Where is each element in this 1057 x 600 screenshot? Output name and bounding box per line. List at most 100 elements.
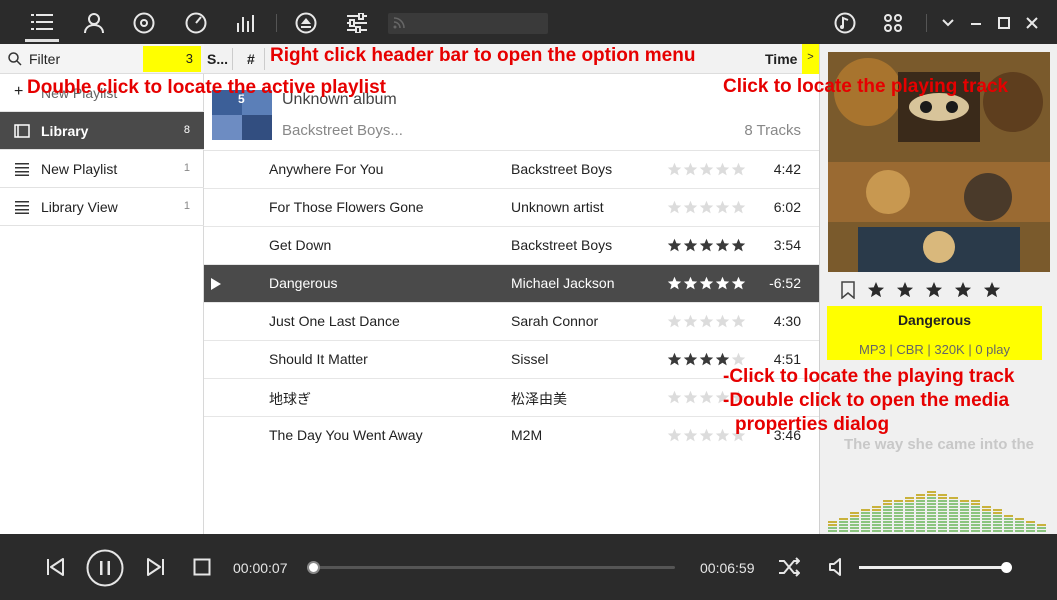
visualizer-bar xyxy=(982,524,991,526)
star-icon[interactable] xyxy=(683,428,698,443)
star-icon[interactable] xyxy=(683,238,698,253)
track-rating[interactable] xyxy=(667,162,746,177)
star-icon[interactable] xyxy=(667,276,682,291)
star-icon[interactable] xyxy=(715,352,730,367)
star-icon[interactable] xyxy=(683,352,698,367)
star-icon[interactable] xyxy=(731,200,746,215)
star-icon[interactable] xyxy=(699,314,714,329)
star-icon[interactable] xyxy=(667,314,682,329)
star-icon[interactable] xyxy=(683,162,698,177)
header-col-number[interactable]: # xyxy=(247,51,255,67)
star-icon[interactable] xyxy=(699,276,714,291)
music-note-icon[interactable] xyxy=(828,6,862,40)
track-row[interactable]: Get Down Backstreet Boys 3:54 xyxy=(204,227,819,265)
star-icon[interactable] xyxy=(715,276,730,291)
list-icon xyxy=(15,201,29,214)
maximize-icon[interactable] xyxy=(990,6,1018,40)
track-row[interactable]: The Day You Went Away M2M 3:46 xyxy=(204,417,819,455)
star-icon[interactable] xyxy=(699,162,714,177)
menu-icon[interactable] xyxy=(25,4,59,42)
star-icon[interactable] xyxy=(731,162,746,177)
star-icon[interactable] xyxy=(715,428,730,443)
star-icon[interactable] xyxy=(983,281,1001,299)
grid-icon[interactable] xyxy=(876,6,910,40)
track-rating[interactable] xyxy=(667,276,746,291)
star-icon[interactable] xyxy=(667,352,682,367)
chevron-down-icon[interactable] xyxy=(934,6,962,40)
header-col-time[interactable]: Time xyxy=(765,51,797,67)
seek-bar[interactable] xyxy=(307,561,675,574)
previous-icon[interactable] xyxy=(44,556,66,578)
volume-handle[interactable] xyxy=(1001,562,1012,573)
star-icon[interactable] xyxy=(683,200,698,215)
user-icon[interactable] xyxy=(77,6,111,40)
track-row[interactable]: Anywhere For You Backstreet Boys 4:42 xyxy=(204,151,819,189)
star-icon[interactable] xyxy=(896,281,914,299)
star-icon[interactable] xyxy=(667,390,682,405)
star-icon[interactable] xyxy=(683,276,698,291)
stop-icon[interactable] xyxy=(192,557,212,577)
track-rating[interactable] xyxy=(667,238,746,253)
track-rating[interactable] xyxy=(667,352,746,367)
star-icon[interactable] xyxy=(731,276,746,291)
visualizer-bar xyxy=(960,521,969,523)
bookmark-icon[interactable] xyxy=(840,281,856,299)
playlist-item-library-view[interactable]: Library View 1 xyxy=(0,188,204,226)
star-icon[interactable] xyxy=(699,238,714,253)
now-playing-rating[interactable] xyxy=(840,281,1001,299)
star-icon[interactable] xyxy=(715,314,730,329)
volume-slider[interactable] xyxy=(859,562,1012,573)
seek-handle[interactable] xyxy=(307,561,321,574)
visualizer-bar xyxy=(927,524,936,526)
star-icon[interactable] xyxy=(667,238,682,253)
header-col-s[interactable]: S... xyxy=(207,51,228,67)
track-row[interactable]: For Those Flowers Gone Unknown artist 6:… xyxy=(204,189,819,227)
pause-button[interactable] xyxy=(86,549,124,587)
next-icon[interactable] xyxy=(145,556,167,578)
track-artist: Unknown artist xyxy=(511,199,604,215)
star-icon[interactable] xyxy=(667,200,682,215)
disc-icon[interactable] xyxy=(127,6,161,40)
star-icon[interactable] xyxy=(925,281,943,299)
total-time: 00:06:59 xyxy=(700,560,755,576)
star-icon[interactable] xyxy=(715,200,730,215)
minimize-icon[interactable] xyxy=(962,6,990,40)
star-icon[interactable] xyxy=(731,352,746,367)
star-icon[interactable] xyxy=(667,162,682,177)
visualizer-bar xyxy=(938,518,947,520)
star-icon[interactable] xyxy=(731,314,746,329)
eject-icon[interactable] xyxy=(289,6,323,40)
track-rating[interactable] xyxy=(667,200,746,215)
track-row[interactable]: Just One Last Dance Sarah Connor 4:30 xyxy=(204,303,819,341)
playlist-item-new-playlist[interactable]: New Playlist 1 xyxy=(0,150,204,188)
star-icon[interactable] xyxy=(699,390,714,405)
star-icon[interactable] xyxy=(954,281,972,299)
now-playing-info[interactable]: Dangerous MP3 | CBR | 320K | 0 play xyxy=(827,306,1042,360)
bars-chart-icon[interactable] xyxy=(230,6,264,40)
star-icon[interactable] xyxy=(715,238,730,253)
close-icon[interactable] xyxy=(1018,6,1046,40)
gauge-icon[interactable] xyxy=(179,6,213,40)
search-input[interactable] xyxy=(388,13,548,34)
visualizer-bar xyxy=(850,518,859,520)
star-icon[interactable] xyxy=(683,314,698,329)
header-more-button[interactable]: > xyxy=(802,44,819,74)
filter-bar[interactable]: Filter 3 xyxy=(0,44,204,74)
star-icon[interactable] xyxy=(667,428,682,443)
track-row-playing[interactable]: Dangerous Michael Jackson -6:52 xyxy=(204,265,819,303)
playlist-count: 1 xyxy=(183,162,190,174)
star-icon[interactable] xyxy=(715,162,730,177)
star-icon[interactable] xyxy=(699,428,714,443)
star-icon[interactable] xyxy=(731,238,746,253)
visualizer-bar xyxy=(905,512,914,514)
visualizer-bar xyxy=(861,512,870,514)
star-icon[interactable] xyxy=(699,200,714,215)
track-rating[interactable] xyxy=(667,314,746,329)
playlist-item-library[interactable]: Library 8 xyxy=(0,112,204,150)
star-icon[interactable] xyxy=(683,390,698,405)
volume-icon[interactable] xyxy=(826,556,848,578)
sliders-icon[interactable] xyxy=(340,6,374,40)
star-icon[interactable] xyxy=(699,352,714,367)
star-icon[interactable] xyxy=(867,281,885,299)
shuffle-icon[interactable] xyxy=(777,556,801,578)
